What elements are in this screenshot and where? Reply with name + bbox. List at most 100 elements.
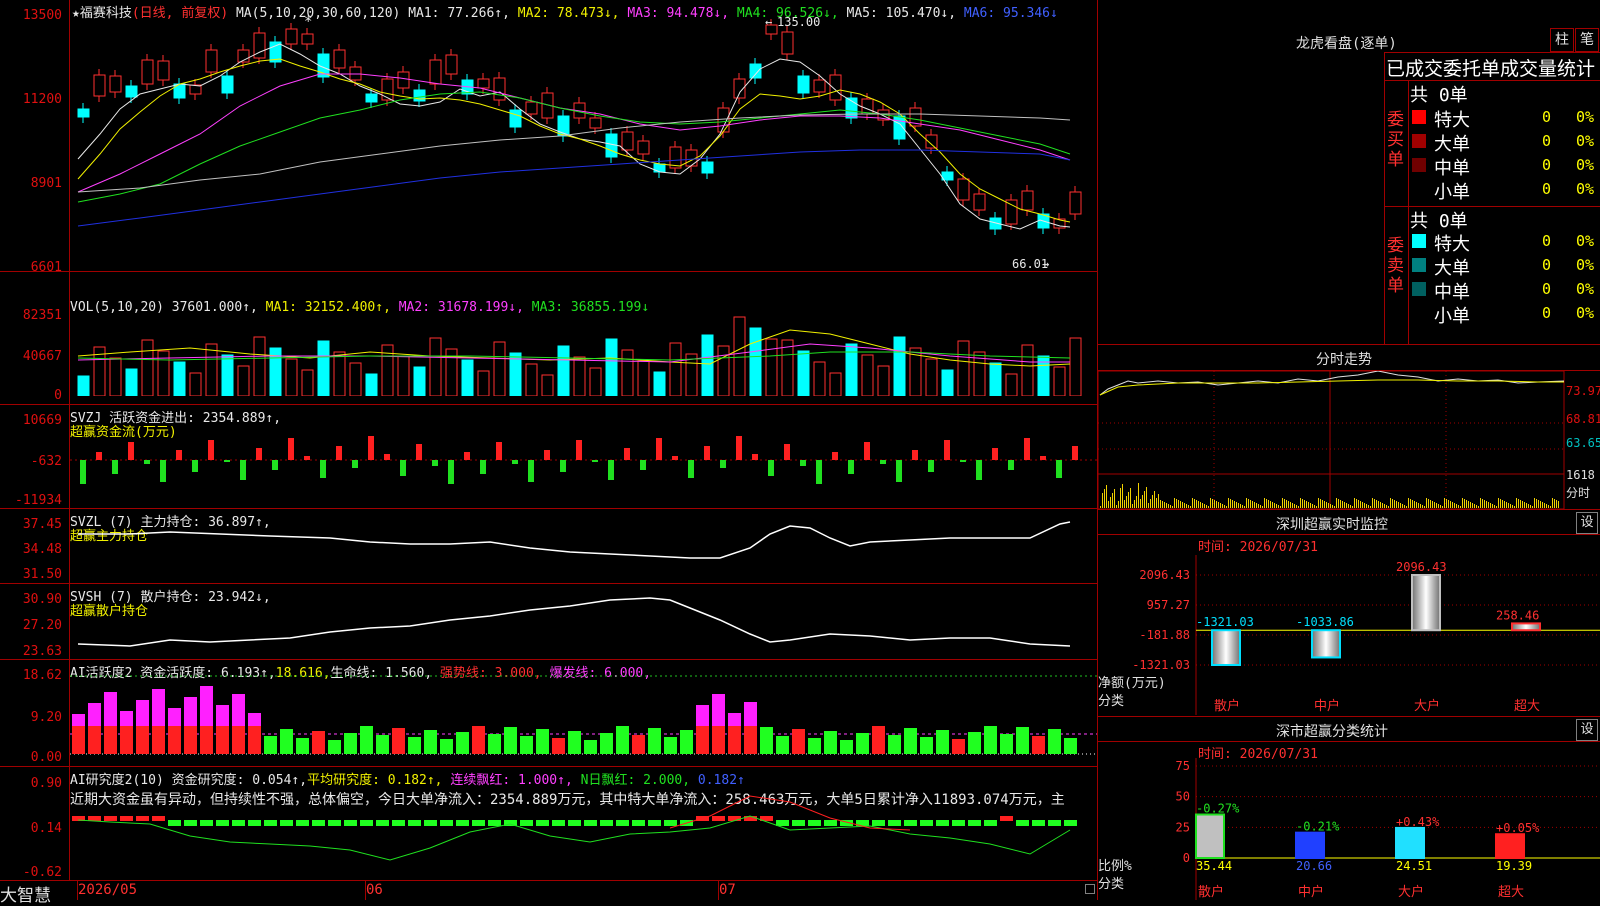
activity-bar bbox=[632, 735, 645, 754]
intraday-volume-bar bbox=[1494, 505, 1495, 508]
candlestick-chart[interactable]: ← 135.00 66.01 → * bbox=[70, 14, 1097, 272]
settings-button[interactable]: 设 bbox=[1576, 512, 1598, 534]
intraday-volume-bar bbox=[1306, 501, 1307, 508]
intraday-volume-bar bbox=[1446, 499, 1447, 508]
flow-bar bbox=[544, 450, 550, 460]
activity-bar bbox=[792, 729, 805, 754]
intraday-volume-bar bbox=[1476, 505, 1477, 508]
y-label: 40667 bbox=[22, 349, 62, 364]
kline-area[interactable]: ★福赛科技(日线, 前复权) MA(5,10,20,30,60,120) MA1… bbox=[0, 0, 1098, 906]
ratio-bar bbox=[1495, 833, 1525, 860]
tab-bar[interactable]: 柱 bbox=[1550, 28, 1574, 52]
y-label: 34.48 bbox=[22, 542, 62, 557]
sell-side-label: 委卖单 bbox=[1387, 236, 1404, 296]
intraday-volume-bar bbox=[1520, 500, 1521, 508]
y-label: 10669 bbox=[22, 413, 62, 428]
activity-bar bbox=[840, 740, 853, 754]
activity-bar bbox=[936, 730, 949, 754]
flow-bar bbox=[512, 460, 518, 464]
intraday-volume-bar bbox=[1164, 502, 1165, 508]
volume-bar bbox=[685, 353, 698, 396]
candle bbox=[365, 93, 378, 103]
intraday-volume-bar bbox=[1404, 505, 1405, 508]
flow-bar bbox=[416, 444, 422, 460]
intraday-volume-bar bbox=[1114, 489, 1115, 508]
intraday-volume-bar bbox=[1252, 501, 1253, 508]
flow-bar bbox=[1072, 446, 1078, 460]
y-label: -0.62 bbox=[22, 865, 62, 880]
svzl-chart[interactable] bbox=[70, 512, 1097, 582]
ratio-value-label: 19.39 bbox=[1496, 859, 1532, 873]
intraday-chart[interactable]: 73.97 68.81 63.65 1618 分时 bbox=[1098, 371, 1600, 509]
intraday-volume-bar bbox=[1268, 500, 1269, 508]
activity-bar bbox=[856, 733, 869, 754]
order-pct: 0% bbox=[1576, 156, 1595, 174]
lock-icon[interactable] bbox=[1085, 884, 1095, 894]
volume-bar bbox=[141, 339, 154, 396]
flow-bar bbox=[528, 460, 534, 482]
candle bbox=[285, 28, 298, 45]
activity-bar bbox=[760, 727, 773, 754]
intraday-volume-bar bbox=[1112, 493, 1113, 508]
sz-monitor-chart[interactable]: 2096.43 957.27 -181.88 -1321.03 -1321.03 散户 -1… bbox=[1098, 555, 1600, 715]
intraday-volume-bar bbox=[1170, 505, 1171, 508]
svsh-chart[interactable] bbox=[70, 588, 1097, 658]
research-bar bbox=[120, 816, 133, 821]
flow-bar bbox=[656, 438, 662, 460]
intraday-volume-bar bbox=[1514, 506, 1515, 508]
star-marker: * bbox=[304, 14, 312, 30]
candle bbox=[973, 193, 986, 211]
svzj-chart[interactable] bbox=[70, 410, 1097, 506]
intraday-volume-bar bbox=[1110, 497, 1111, 508]
intraday-volume-bar bbox=[1152, 495, 1153, 508]
intraday-volume-bar bbox=[1378, 501, 1379, 508]
volume-chart[interactable] bbox=[70, 316, 1097, 396]
tab-tick[interactable]: 笔 bbox=[1575, 28, 1599, 52]
volume-bar bbox=[253, 336, 266, 396]
research-bar bbox=[216, 820, 229, 826]
volume-bar bbox=[621, 349, 634, 396]
sz-class-chart[interactable]: 75 50 25 0 -0.27% 35.44 散户 -0.21% 20.66 中户 +0.43% 2… bbox=[1098, 758, 1600, 900]
bar-value-label: -1321.03 bbox=[1196, 615, 1254, 629]
settings-button[interactable]: 设 bbox=[1576, 719, 1598, 741]
intraday-volume-bar bbox=[1324, 501, 1325, 508]
volume-bar bbox=[317, 340, 330, 396]
flow-bar bbox=[96, 452, 102, 460]
ratio-value-label: 24.51 bbox=[1396, 859, 1432, 873]
intraday-volume-bar bbox=[1338, 499, 1339, 508]
ratio-bar bbox=[1295, 831, 1325, 859]
intraday-volume-bar bbox=[1238, 503, 1239, 508]
candle bbox=[589, 117, 602, 129]
research-bar bbox=[472, 820, 485, 826]
ai2-chart[interactable] bbox=[70, 790, 1097, 880]
intraday-volume-bar bbox=[1142, 495, 1143, 508]
sz-monitor-time: 时间: 2026/07/31 bbox=[1198, 540, 1318, 555]
activity-bar bbox=[904, 728, 917, 754]
intraday-volume-bar bbox=[1198, 501, 1199, 508]
net-flow-bar bbox=[1211, 629, 1241, 666]
intraday-volume-bar bbox=[1344, 502, 1345, 508]
separator bbox=[1098, 344, 1600, 345]
research-bar bbox=[360, 820, 373, 826]
activity-bar bbox=[280, 729, 293, 754]
intraday-volume-bar bbox=[1140, 499, 1141, 508]
intraday-volume-bar bbox=[1546, 504, 1547, 508]
volume-bar bbox=[1069, 337, 1082, 396]
intraday-volume-bar bbox=[1358, 500, 1359, 508]
candle bbox=[797, 75, 810, 94]
ai1-chart[interactable] bbox=[70, 670, 1097, 764]
intraday-volume-bar bbox=[1544, 503, 1545, 508]
research-bar bbox=[824, 820, 837, 826]
flow-bar bbox=[784, 444, 790, 460]
right-panel: 龙虎看盘(逐单) 柱 笔 已成交委托单成交量统计 委买单 委卖单 共 0单 特大… bbox=[1098, 0, 1600, 900]
activity-bar bbox=[1048, 729, 1061, 754]
intraday-volume-bar bbox=[1360, 501, 1361, 508]
intraday-volume-bar bbox=[1402, 504, 1403, 508]
intraday-volume-bar bbox=[1372, 498, 1373, 508]
volume-bar bbox=[797, 350, 810, 396]
intraday-volume-bar bbox=[1540, 501, 1541, 508]
research-bar bbox=[1064, 820, 1077, 826]
order-count: 0 bbox=[1542, 232, 1552, 250]
date-tick bbox=[718, 881, 719, 900]
activity-bar bbox=[440, 739, 453, 754]
